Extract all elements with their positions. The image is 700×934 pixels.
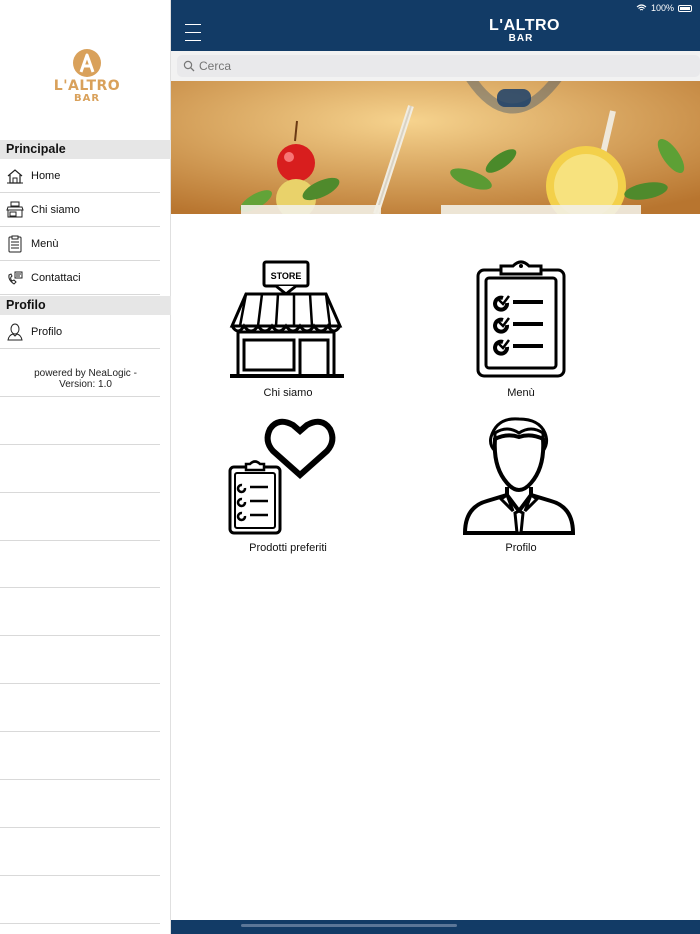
section-header-principale: Principale [0,140,171,159]
phone-icon [6,269,24,287]
wifi-icon [636,4,647,11]
tile-chi-siamo[interactable]: STORE Chi siamo [203,260,373,399]
logo-line-2: BAR [73,93,101,104]
empty-list-row [0,828,160,876]
sidebar-item-chi-siamo[interactable]: Chi siamo [0,193,160,227]
header-logo: L'ALTRO BAR [489,17,560,45]
main-content: 100% L'ALTRO BAR Cerca STORE Chi siamo M… [171,0,700,934]
svg-text:STORE: STORE [271,271,302,281]
logo-a-icon [73,49,101,77]
clipboard-icon [6,235,24,253]
search-field[interactable] [177,55,700,77]
hero-banner-image [171,81,700,214]
store-icon: STORE [229,260,344,378]
sidebar-item-menu[interactable]: Menù [0,227,160,261]
search-input[interactable] [199,59,679,73]
header-logo-line-2: BAR [508,33,534,44]
status-bar: 100% [636,3,692,13]
empty-list-row [0,445,160,493]
user-icon [6,323,24,341]
sidebar-item-label: Menù [31,237,59,250]
empty-list-row [0,636,160,684]
sidebar-item-profilo[interactable]: Profilo [0,315,160,349]
sidebar-item-home[interactable]: Home [0,159,160,193]
search-icon [183,60,195,72]
sidebar: L'ALTRO BAR Principale Home Chi siamo Me… [0,0,171,934]
cocktail-photo [171,81,700,214]
empty-list-row [0,493,160,541]
header-logo-line-1: L'ALTRO [489,17,560,34]
sidebar-item-contattaci[interactable]: Contattaci [0,261,160,295]
tile-label: Chi siamo [263,387,313,399]
sidebar-item-label: Home [31,169,61,182]
bottom-bar [171,920,700,934]
clipboard-checklist-icon [476,260,566,378]
tile-menu[interactable]: Menù [436,260,606,399]
heart-clipboard-icon [228,418,336,535]
logo-wordmark: L'ALTRO BAR [52,78,122,104]
sidebar-item-label: Profilo [31,325,63,338]
empty-list-row [0,876,160,924]
tile-label: Prodotti preferiti [249,542,327,554]
store-icon [6,201,24,219]
user-avatar-icon [462,417,576,535]
logo-line-1: L'ALTRO [53,78,121,94]
sidebar-item-label: Chi siamo [31,203,80,216]
section-header-profilo: Profilo [0,296,171,315]
empty-list-row [0,684,160,732]
tile-label: Profilo [505,542,537,554]
tile-profilo[interactable]: Profilo [436,415,606,554]
empty-list-row [0,780,160,828]
empty-list-row [0,349,160,397]
empty-list-row [0,588,160,636]
house-icon [6,167,24,185]
sidebar-item-label: Contattaci [31,271,81,284]
search-bar [171,51,700,81]
empty-list-row [0,732,160,780]
empty-list-row [0,541,160,588]
navigation-bar: 100% L'ALTRO BAR [171,0,700,51]
tile-prodotti-preferiti[interactable]: Prodotti preferiti [203,415,373,554]
tile-label: Menù [507,387,535,399]
battery-percent: 100% [650,3,674,13]
empty-list-row [0,397,160,445]
battery-icon [678,4,692,12]
hamburger-icon[interactable] [185,24,201,41]
home-indicator[interactable] [241,924,457,927]
app-logo: L'ALTRO BAR [52,44,122,114]
